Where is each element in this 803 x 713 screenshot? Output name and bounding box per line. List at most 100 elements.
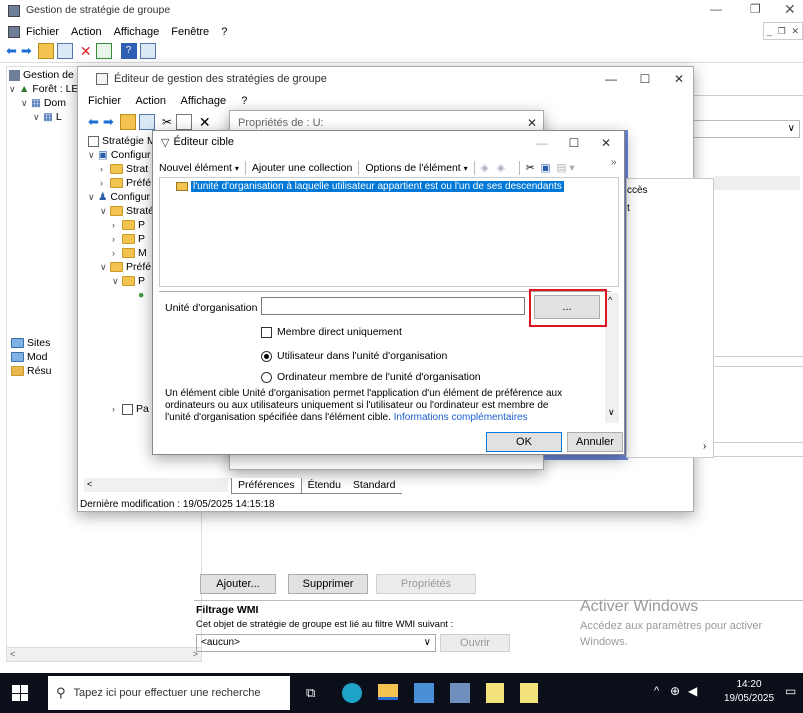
editor-tree-sub1[interactable]: ●	[138, 289, 144, 301]
network-icon[interactable]: ⊕	[670, 684, 680, 698]
radio-user[interactable]: Utilisateur dans l'unité d'organisation	[261, 350, 447, 362]
more-info-link[interactable]: Informations complémentaires	[394, 412, 528, 423]
cancel-button[interactable]: Annuler	[567, 432, 623, 452]
editor-delete-icon[interactable]: ✕	[199, 114, 211, 131]
editor-tree-computer-config[interactable]: ∨ ▣ Configur	[88, 149, 151, 161]
open-button[interactable]: Ouvrir	[440, 634, 510, 652]
add-button[interactable]: Ajouter...	[200, 574, 276, 594]
editor-tree-p3[interactable]: ∨ P	[112, 275, 145, 287]
editor-folder-icon[interactable]	[119, 114, 136, 130]
editor-tree-pa[interactable]: › Pa	[112, 403, 149, 415]
ou-input[interactable]	[261, 297, 525, 315]
clock-time[interactable]: 14:20	[714, 679, 784, 690]
paste-icon[interactable]: ▤ ▾	[557, 162, 575, 174]
editor-tree-icon[interactable]	[138, 114, 155, 130]
back-icon[interactable]: ⬅	[6, 43, 17, 59]
properties-button[interactable]: Propriétés	[376, 574, 476, 594]
tree-sites[interactable]: Sites	[11, 337, 50, 349]
toolbar-more-icon[interactable]: »	[611, 157, 617, 168]
target-maximize-icon[interactable]: ☐	[557, 131, 591, 155]
editor-tree-p1[interactable]: › P	[112, 219, 145, 231]
scroll-down-icon[interactable]: ∨	[608, 407, 615, 418]
remove-button[interactable]: Supprimer	[288, 574, 368, 594]
editor-taskbar-icon[interactable]	[520, 683, 538, 703]
radio-computer[interactable]: Ordinateur membre de l'unité d'organisat…	[261, 371, 481, 383]
tab-preferences[interactable]: Préférences	[231, 478, 302, 494]
right-list-scroll-icon[interactable]: ›	[703, 441, 706, 452]
new-item-button[interactable]: Nouvel élément ▾	[159, 162, 239, 174]
properties-icon[interactable]	[139, 43, 156, 59]
editor-back-icon[interactable]: ⬅	[88, 114, 99, 130]
tab-standard[interactable]: Standard	[346, 478, 402, 494]
tray-chevron-icon[interactable]: ^	[654, 685, 659, 697]
browse-button[interactable]: ...	[534, 295, 600, 319]
editor-cut-icon[interactable]: ✂	[162, 115, 172, 129]
mdi-restore-icon[interactable]: ❐	[778, 26, 786, 37]
tab-etendu[interactable]: Étendu	[301, 478, 347, 494]
editor-left-hscroll[interactable]: <	[84, 478, 228, 492]
wmi-select[interactable]: <aucun> ∨	[196, 634, 436, 652]
task-view-icon[interactable]: ⧉	[306, 685, 315, 701]
cut-icon[interactable]: ✂	[526, 162, 535, 174]
editor-menu-help[interactable]: ?	[241, 95, 247, 107]
editor-menu-affichage[interactable]: Affichage	[181, 95, 227, 107]
console-tree-icon[interactable]	[56, 43, 73, 59]
move-up-icon[interactable]: ◈	[481, 162, 489, 174]
move-down-icon[interactable]: ◈	[497, 162, 505, 174]
folder-up-icon[interactable]	[37, 43, 54, 59]
start-icon[interactable]	[12, 685, 28, 701]
editor-maximize-icon[interactable]: ☐	[628, 67, 662, 91]
direct-member-checkbox[interactable]: Membre direct uniquement	[261, 326, 402, 338]
add-collection-button[interactable]: Ajouter une collection	[252, 162, 352, 174]
editor-tree-p2[interactable]: › P	[112, 233, 145, 245]
target-minimize-icon[interactable]: —	[525, 131, 559, 155]
editor-tree-user-config[interactable]: ∨ ♟ Configur	[88, 191, 150, 203]
copy-icon[interactable]: ▣	[541, 162, 551, 174]
editor-tree-policy[interactable]: Stratégie Mo	[88, 135, 162, 147]
gpmc-taskbar-icon[interactable]	[450, 683, 470, 703]
menu-fenetre[interactable]: Fenêtre	[171, 26, 209, 38]
tree-modeling[interactable]: Mod	[11, 351, 47, 363]
taskbar-search[interactable]: ⚲ Tapez ici pour effectuer une recherche	[48, 676, 290, 710]
close-icon[interactable]: ✕	[784, 1, 796, 18]
minimize-icon[interactable]: —	[710, 2, 722, 16]
editor-tree-strat1[interactable]: › Strat	[100, 163, 148, 175]
editor-tree-m[interactable]: › M	[112, 247, 147, 259]
left-hscroll[interactable]: < >	[7, 647, 201, 661]
editor-menu-action[interactable]: Action	[135, 95, 166, 107]
tree-forest[interactable]: ∨ ▲ Forêt : LE	[9, 83, 78, 95]
ok-button[interactable]: OK	[486, 432, 562, 452]
tree-root[interactable]: Gestion de s	[9, 69, 82, 81]
mdi-minimize-icon[interactable]: _	[767, 26, 772, 36]
editor-tree-pref1[interactable]: › Préfé	[100, 177, 151, 189]
server-manager-icon[interactable]	[414, 683, 434, 703]
editor-tree-strat2[interactable]: ∨ Straté	[100, 205, 154, 217]
form-vscroll[interactable]: ^ ∨	[605, 293, 619, 423]
menu-action[interactable]: Action	[71, 26, 102, 38]
edge-icon[interactable]	[342, 683, 362, 703]
volume-icon[interactable]: ◀	[688, 684, 697, 698]
editor-copy-icon[interactable]	[175, 114, 192, 130]
notification-icon[interactable]: ▭	[785, 684, 796, 698]
item-options-button[interactable]: Options de l'élément ▾	[365, 162, 467, 174]
forward-icon[interactable]: ➡	[21, 43, 32, 59]
mdi-close-icon[interactable]: ✕	[792, 26, 800, 37]
tree-results[interactable]: Résu	[11, 365, 52, 377]
target-close-icon[interactable]: ✕	[589, 131, 623, 155]
right-dropdown[interactable]: ∨	[684, 120, 800, 138]
editor-close-icon[interactable]: ✕	[662, 67, 696, 91]
restore-icon[interactable]: ❐	[750, 2, 761, 16]
menu-fichier[interactable]: Fichier	[26, 26, 59, 38]
clock-date[interactable]: 19/05/2025	[714, 693, 784, 704]
menu-affichage[interactable]: Affichage	[114, 26, 160, 38]
editor-tree-pref2[interactable]: ∨ Préfé	[100, 261, 151, 273]
editor-menu-fichier[interactable]: Fichier	[88, 95, 121, 107]
notepad-taskbar-icon[interactable]	[486, 683, 504, 703]
editor-forward-icon[interactable]: ➡	[103, 114, 114, 130]
tree-domain-node[interactable]: ∨ ▦ L	[33, 111, 62, 123]
tree-domains[interactable]: ∨ ▦ Dom	[21, 97, 66, 109]
delete-icon[interactable]: ✕	[80, 43, 92, 60]
menu-help[interactable]: ?	[221, 26, 227, 38]
scroll-up-icon[interactable]: ^	[608, 295, 612, 305]
help-icon[interactable]: ?	[120, 43, 137, 59]
